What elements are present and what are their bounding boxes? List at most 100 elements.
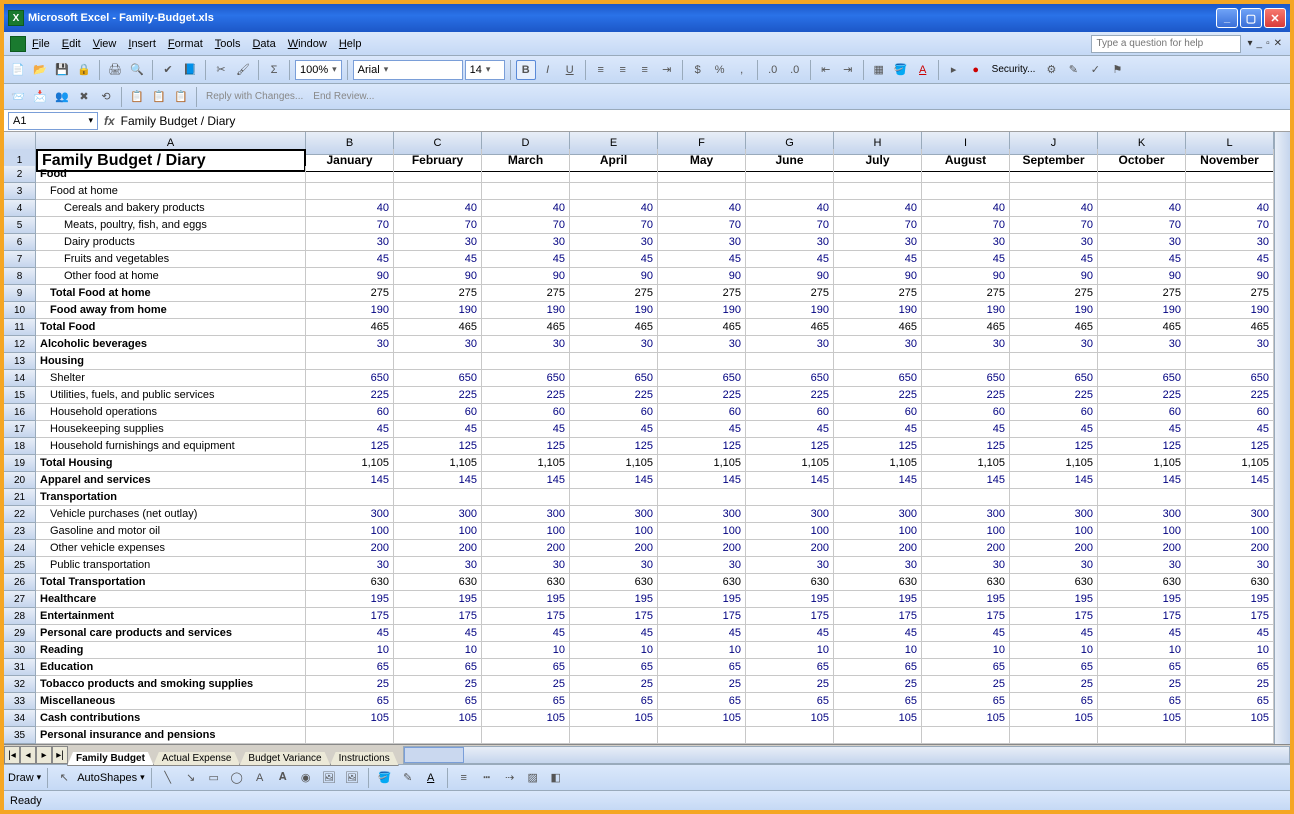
cell-data[interactable]: 70 — [394, 217, 482, 234]
cell-label[interactable]: Total Food at home — [36, 285, 306, 302]
cell-data[interactable]: 10 — [1098, 642, 1186, 659]
cell-data[interactable] — [1186, 166, 1274, 183]
cell-data[interactable]: 275 — [1186, 285, 1274, 302]
cell-data[interactable]: 275 — [922, 285, 1010, 302]
cell-data[interactable]: 125 — [394, 438, 482, 455]
cell-data[interactable]: 40 — [306, 200, 394, 217]
research-icon[interactable]: 📘 — [180, 60, 200, 80]
cell-data[interactable]: 650 — [394, 370, 482, 387]
row-header-5[interactable]: 5 — [4, 217, 36, 234]
cell-data[interactable]: 125 — [746, 438, 834, 455]
cell-data[interactable]: 30 — [658, 557, 746, 574]
cell-data[interactable]: 45 — [570, 421, 658, 438]
cell-data[interactable]: 10 — [834, 642, 922, 659]
cell-data[interactable]: 65 — [1010, 659, 1098, 676]
cell-data[interactable]: 200 — [482, 540, 570, 557]
cell-data[interactable]: 45 — [482, 421, 570, 438]
cell-data[interactable]: 30 — [306, 336, 394, 353]
help-search-input[interactable] — [1091, 35, 1241, 53]
menu-window[interactable]: Window — [288, 38, 327, 50]
cell-data[interactable]: 25 — [1186, 676, 1274, 693]
cell-data[interactable]: 225 — [746, 387, 834, 404]
cell-data[interactable]: 195 — [834, 591, 922, 608]
cell-data[interactable]: 100 — [1186, 523, 1274, 540]
cell-data[interactable]: 45 — [394, 625, 482, 642]
cell-data[interactable]: 45 — [834, 251, 922, 268]
cell-data[interactable]: 200 — [306, 540, 394, 557]
cell-data[interactable]: 190 — [1010, 302, 1098, 319]
tool-icon-1[interactable]: ⚙ — [1041, 60, 1061, 80]
cell-data[interactable]: 45 — [746, 251, 834, 268]
cell-data[interactable]: 145 — [1186, 472, 1274, 489]
cell-data[interactable]: 70 — [570, 217, 658, 234]
cell-data[interactable]: 105 — [658, 710, 746, 727]
cell-data[interactable]: 105 — [922, 710, 1010, 727]
cell-data[interactable]: 275 — [394, 285, 482, 302]
row-header-9[interactable]: 9 — [4, 285, 36, 302]
print-icon[interactable]: 🖨 — [105, 60, 125, 80]
cell-data[interactable]: 30 — [1010, 336, 1098, 353]
diagram-icon[interactable]: ◉ — [296, 768, 316, 788]
cell-data[interactable]: 90 — [394, 268, 482, 285]
cell-data[interactable]: 175 — [570, 608, 658, 625]
cell-data[interactable]: 190 — [570, 302, 658, 319]
cell-data[interactable]: 200 — [1098, 540, 1186, 557]
cell-data[interactable]: 105 — [834, 710, 922, 727]
cell-data[interactable]: 465 — [658, 319, 746, 336]
arrow-icon[interactable]: ↘ — [181, 768, 201, 788]
cell-data[interactable]: 300 — [482, 506, 570, 523]
doc-restore-button[interactable]: ▫ — [1266, 38, 1270, 49]
cell-data[interactable]: 60 — [1098, 404, 1186, 421]
line-color-icon[interactable]: ✎ — [398, 768, 418, 788]
cell-data[interactable]: 275 — [570, 285, 658, 302]
cell-data[interactable]: 40 — [1186, 200, 1274, 217]
cell-data[interactable]: 1,105 — [482, 455, 570, 472]
cell-data[interactable]: 650 — [306, 370, 394, 387]
cell-data[interactable]: 1,105 — [1010, 455, 1098, 472]
cell-data[interactable] — [482, 353, 570, 370]
cell-data[interactable]: 45 — [1098, 625, 1186, 642]
cell-data[interactable]: 1,105 — [922, 455, 1010, 472]
cell-data[interactable]: 105 — [1186, 710, 1274, 727]
rectangle-icon[interactable]: ▭ — [204, 768, 224, 788]
row-header-23[interactable]: 23 — [4, 523, 36, 540]
spreadsheet-grid[interactable]: ABCDEFGHIJKL1Family Budget / DiaryJanuar… — [4, 132, 1274, 744]
row-header-22[interactable]: 22 — [4, 506, 36, 523]
row-header-21[interactable]: 21 — [4, 489, 36, 506]
cell-data[interactable]: 100 — [482, 523, 570, 540]
row-header-25[interactable]: 25 — [4, 557, 36, 574]
cell-data[interactable]: 225 — [922, 387, 1010, 404]
cell-data[interactable]: 60 — [746, 404, 834, 421]
cell-label[interactable]: Cereals and bakery products — [36, 200, 306, 217]
cell-data[interactable]: 65 — [1010, 693, 1098, 710]
cell-data[interactable] — [482, 727, 570, 744]
row-header-12[interactable]: 12 — [4, 336, 36, 353]
menu-edit[interactable]: Edit — [62, 38, 81, 50]
cell-label[interactable]: Apparel and services — [36, 472, 306, 489]
cell-data[interactable] — [570, 353, 658, 370]
oval-icon[interactable]: ◯ — [227, 768, 247, 788]
row-header-7[interactable]: 7 — [4, 251, 36, 268]
cell-data[interactable]: 65 — [834, 693, 922, 710]
cell-data[interactable]: 45 — [658, 625, 746, 642]
cell-data[interactable] — [658, 166, 746, 183]
row-header-28[interactable]: 28 — [4, 608, 36, 625]
cell-data[interactable]: 10 — [1186, 642, 1274, 659]
row-header-27[interactable]: 27 — [4, 591, 36, 608]
name-box[interactable]: A1▾ — [8, 112, 98, 130]
cell-data[interactable]: 200 — [922, 540, 1010, 557]
sheet-tab[interactable]: Budget Variance — [239, 752, 330, 766]
row-header-32[interactable]: 32 — [4, 676, 36, 693]
tab-nav-prev-icon[interactable]: ◂ — [20, 746, 36, 764]
cell-data[interactable]: 1,105 — [570, 455, 658, 472]
cell-data[interactable]: 225 — [1010, 387, 1098, 404]
cell-data[interactable]: 200 — [746, 540, 834, 557]
cell-label[interactable]: Meats, poultry, fish, and eggs — [36, 217, 306, 234]
cell-data[interactable]: 465 — [1186, 319, 1274, 336]
cell-data[interactable]: 275 — [482, 285, 570, 302]
cell-label[interactable]: Cash contributions — [36, 710, 306, 727]
cell-data[interactable]: 190 — [746, 302, 834, 319]
cell-data[interactable] — [394, 166, 482, 183]
new-icon[interactable]: 📄 — [8, 60, 28, 80]
cell-data[interactable]: 60 — [482, 404, 570, 421]
